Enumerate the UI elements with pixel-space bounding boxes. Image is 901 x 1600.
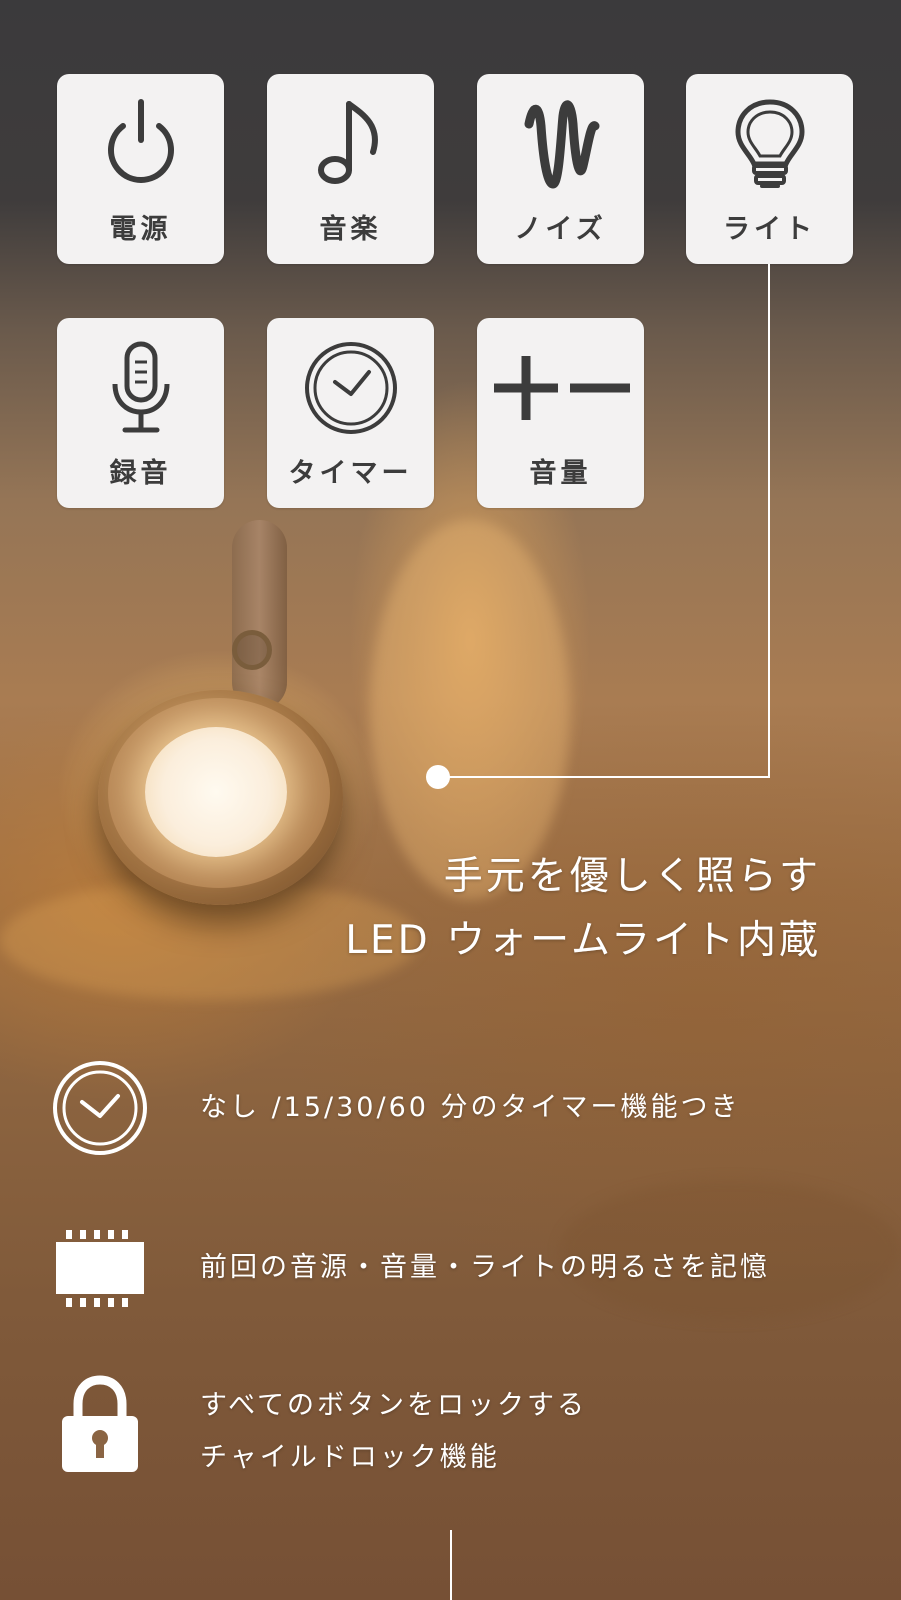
button-tile-record[interactable]: 録音 [57, 318, 224, 508]
feature-timer-text: なし /15/30/60 分のタイマー機能つき [200, 1082, 741, 1134]
microphone-icon [57, 336, 224, 440]
divider-line [450, 1530, 452, 1600]
sheet-fold [370, 520, 570, 900]
device-warm-light [145, 727, 287, 857]
power-icon [57, 92, 224, 196]
button-tile-light[interactable]: ライト [686, 74, 853, 264]
music-note-icon [267, 92, 434, 196]
callout-line [438, 776, 770, 778]
clock-icon [52, 1060, 148, 1156]
button-label: タイマー [288, 458, 413, 489]
headline-line2: LED ウォームライト内蔵 [345, 918, 821, 963]
feature-line: すべてのボタンをロックする [200, 1390, 588, 1421]
button-tile-volume[interactable]: 音量 [477, 318, 644, 508]
headline-line1: 手元を優しく照らす [443, 854, 821, 899]
device-strap [232, 520, 287, 710]
button-label: ライト [723, 214, 816, 245]
button-tile-power[interactable]: 電源 [57, 74, 224, 264]
callout-dot [426, 765, 450, 789]
plus-minus-icon [477, 336, 644, 440]
lock-icon [58, 1374, 142, 1474]
feature-line: 前回の音源・音量・ライトの明るさを記憶 [200, 1252, 770, 1283]
feature-line: チャイルドロック機能 [200, 1442, 500, 1473]
button-label: ノイズ [514, 214, 607, 245]
feature-line: なし /15/30/60 分のタイマー機能つき [200, 1092, 741, 1123]
clock-icon [267, 336, 434, 440]
callout-line [768, 264, 770, 777]
feature-lock-text: すべてのボタンをロックする チャイルドロック機能 [200, 1380, 587, 1484]
button-tile-noise[interactable]: ノイズ [477, 74, 644, 264]
light-bulb-icon [686, 92, 853, 196]
feature-memory-text: 前回の音源・音量・ライトの明るさを記憶 [200, 1242, 770, 1294]
device-ring [232, 630, 272, 670]
button-label: 電源 [109, 214, 172, 245]
button-tile-timer[interactable]: タイマー [267, 318, 434, 508]
memory-chip-icon [54, 1228, 146, 1310]
button-label: 録音 [109, 458, 172, 489]
button-tile-music[interactable]: 音楽 [267, 74, 434, 264]
button-label: 音量 [529, 458, 592, 489]
noise-wave-icon [477, 92, 644, 196]
button-label: 音楽 [319, 214, 382, 245]
